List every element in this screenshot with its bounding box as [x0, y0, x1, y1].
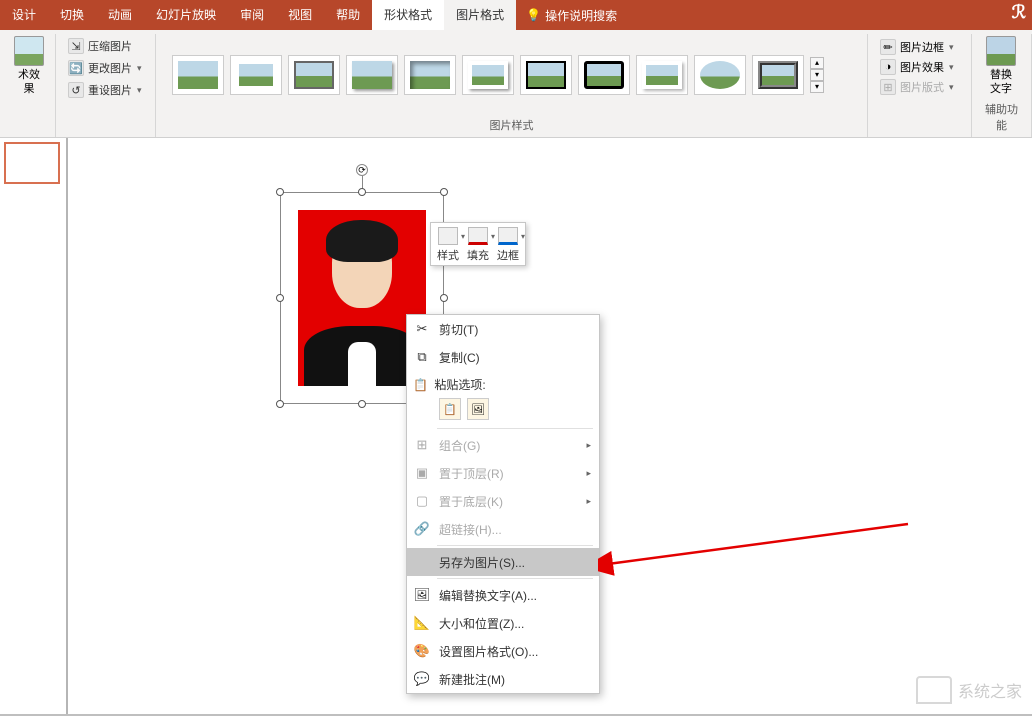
picture-border-button[interactable]: ✏ 图片边框▾: [876, 38, 958, 56]
alt-text-icon: 🖼: [413, 586, 431, 604]
artistic-effects-button[interactable]: 术效果: [8, 34, 50, 99]
layout-icon: ⊞: [880, 79, 896, 95]
alt-text-icon: [986, 36, 1016, 66]
size-pos-icon: 📐: [413, 614, 431, 632]
style-item-10[interactable]: [694, 55, 746, 95]
ctx-bring-front: ▣ 置于顶层(R) ▸: [407, 459, 599, 487]
bring-front-icon: ▣: [413, 464, 431, 482]
app-logo-icon: ℛ: [1012, 2, 1026, 23]
change-picture-button[interactable]: 🔄 更改图片▾: [64, 58, 146, 78]
watermark-icon: [916, 676, 952, 704]
artistic-effects-icon: [14, 36, 44, 66]
tab-slideshow[interactable]: 幻灯片放映: [144, 0, 228, 30]
ctx-copy[interactable]: ⧉ 复制(C): [407, 343, 599, 371]
picture-effects-button[interactable]: ◑ 图片效果▾: [876, 58, 958, 76]
access-group-label: 辅助功能: [980, 99, 1023, 135]
border-icon: ✏: [880, 39, 896, 55]
tab-design[interactable]: 设计: [0, 0, 48, 30]
mini-toolbar: ▾ 样式 ▾ 填充 ▾ 边框: [430, 222, 526, 266]
submenu-arrow-icon: ▸: [586, 496, 591, 507]
ctx-format-picture[interactable]: 🎨 设置图片格式(O)...: [407, 637, 599, 665]
style-item-8[interactable]: [578, 55, 630, 95]
resize-handle-e[interactable]: [440, 294, 448, 302]
style-item-7[interactable]: [520, 55, 572, 95]
tab-picture-format[interactable]: 图片格式: [444, 0, 516, 30]
cut-icon: ✂: [413, 320, 431, 338]
style-item-5[interactable]: [404, 55, 456, 95]
gallery-expand[interactable]: ▾: [810, 81, 824, 93]
save-as-pic-icon: [413, 553, 431, 571]
gallery-scroll-up[interactable]: ▴: [810, 57, 824, 69]
tab-view[interactable]: 视图: [276, 0, 324, 30]
style-item-3[interactable]: [288, 55, 340, 95]
ctx-group: ⊞ 组合(G) ▸: [407, 431, 599, 459]
style-icon: ▾: [438, 227, 458, 245]
reset-picture-button[interactable]: ↺ 重设图片▾: [64, 80, 146, 100]
reset-icon: ↺: [68, 82, 84, 98]
styles-group-label: 图片样式: [164, 115, 859, 135]
mini-style-button[interactable]: ▾ 样式: [437, 227, 459, 263]
style-item-9[interactable]: [636, 55, 688, 95]
mini-outline-button[interactable]: ▾ 边框: [497, 227, 519, 263]
outline-icon: ▾: [498, 227, 518, 245]
editing-area: ⟳ ▾ 样式 ▾ 填充: [0, 138, 1032, 716]
ribbon: 术效果 ⇲ 压缩图片 🔄 更改图片▾ ↺ 重设图片▾: [0, 30, 1032, 138]
fill-icon: ▾: [468, 227, 488, 245]
slide-thumbnails-pane[interactable]: [0, 138, 68, 716]
ctx-edit-alt-text[interactable]: 🖼 编辑替换文字(A)...: [407, 581, 599, 609]
tab-transitions[interactable]: 切换: [48, 0, 96, 30]
ctx-hyperlink: 🔗 超链接(H)...: [407, 515, 599, 543]
tab-animations[interactable]: 动画: [96, 0, 144, 30]
picture-styles-gallery[interactable]: ▴ ▾ ▾: [164, 51, 832, 99]
ctx-size-position[interactable]: 📐 大小和位置(Z)...: [407, 609, 599, 637]
slide-canvas[interactable]: ⟳ ▾ 样式 ▾ 填充: [68, 138, 1032, 716]
resize-handle-nw[interactable]: [276, 188, 284, 196]
watermark: 系统之家: [916, 676, 1022, 704]
tell-me-search[interactable]: 💡 操作说明搜索: [526, 7, 617, 24]
tab-help[interactable]: 帮助: [324, 0, 372, 30]
comment-icon: 💬: [413, 670, 431, 688]
context-menu: ✂ 剪切(T) ⧉ 复制(C) 📋 粘贴选项: 📋 🖼 ⊞ 组合(G) ▸: [406, 314, 600, 694]
resize-handle-w[interactable]: [276, 294, 284, 302]
mini-fill-button[interactable]: ▾ 填充: [467, 227, 489, 263]
group-icon: ⊞: [413, 436, 431, 454]
tab-shape-format[interactable]: 形状格式: [372, 0, 444, 30]
ctx-new-comment[interactable]: 💬 新建批注(M): [407, 665, 599, 693]
paste-icon: 📋: [413, 378, 431, 392]
paste-option-1[interactable]: 📋: [439, 398, 461, 420]
tab-review[interactable]: 审阅: [228, 0, 276, 30]
annotation-arrow: [598, 516, 918, 576]
resize-handle-ne[interactable]: [440, 188, 448, 196]
style-item-2[interactable]: [230, 55, 282, 95]
ctx-cut[interactable]: ✂ 剪切(T): [407, 315, 599, 343]
format-pic-icon: 🎨: [413, 642, 431, 660]
send-back-icon: ▢: [413, 492, 431, 510]
effects-icon: ◑: [880, 59, 896, 75]
hyperlink-icon: 🔗: [413, 520, 431, 538]
compress-picture-button[interactable]: ⇲ 压缩图片: [64, 36, 146, 56]
change-icon: 🔄: [68, 60, 84, 76]
ctx-save-as-picture[interactable]: 另存为图片(S)...: [407, 548, 599, 576]
picture-layout-button: ⊞ 图片版式▾: [876, 78, 958, 96]
slide-thumbnail-1[interactable]: [4, 142, 60, 184]
gallery-scroll-down[interactable]: ▾: [810, 69, 824, 81]
ctx-paste-label: 📋 粘贴选项:: [407, 371, 599, 396]
submenu-arrow-icon: ▸: [586, 468, 591, 479]
style-item-1[interactable]: [172, 55, 224, 95]
copy-icon: ⧉: [413, 348, 431, 366]
resize-handle-s[interactable]: [358, 400, 366, 408]
paste-option-2[interactable]: 🖼: [467, 398, 489, 420]
resize-handle-sw[interactable]: [276, 400, 284, 408]
style-item-4[interactable]: [346, 55, 398, 95]
rotate-handle[interactable]: ⟳: [356, 164, 368, 176]
ribbon-tabs: 设计 切换 动画 幻灯片放映 审阅 视图 帮助 形状格式 图片格式 💡 操作说明…: [0, 0, 1032, 30]
style-item-11[interactable]: [752, 55, 804, 95]
alt-text-button[interactable]: 替换 文字: [980, 34, 1022, 99]
lightbulb-icon: 💡: [526, 8, 541, 22]
resize-handle-n[interactable]: [358, 188, 366, 196]
submenu-arrow-icon: ▸: [586, 440, 591, 451]
style-item-6[interactable]: [462, 55, 514, 95]
compress-icon: ⇲: [68, 38, 84, 54]
ctx-send-back: ▢ 置于底层(K) ▸: [407, 487, 599, 515]
